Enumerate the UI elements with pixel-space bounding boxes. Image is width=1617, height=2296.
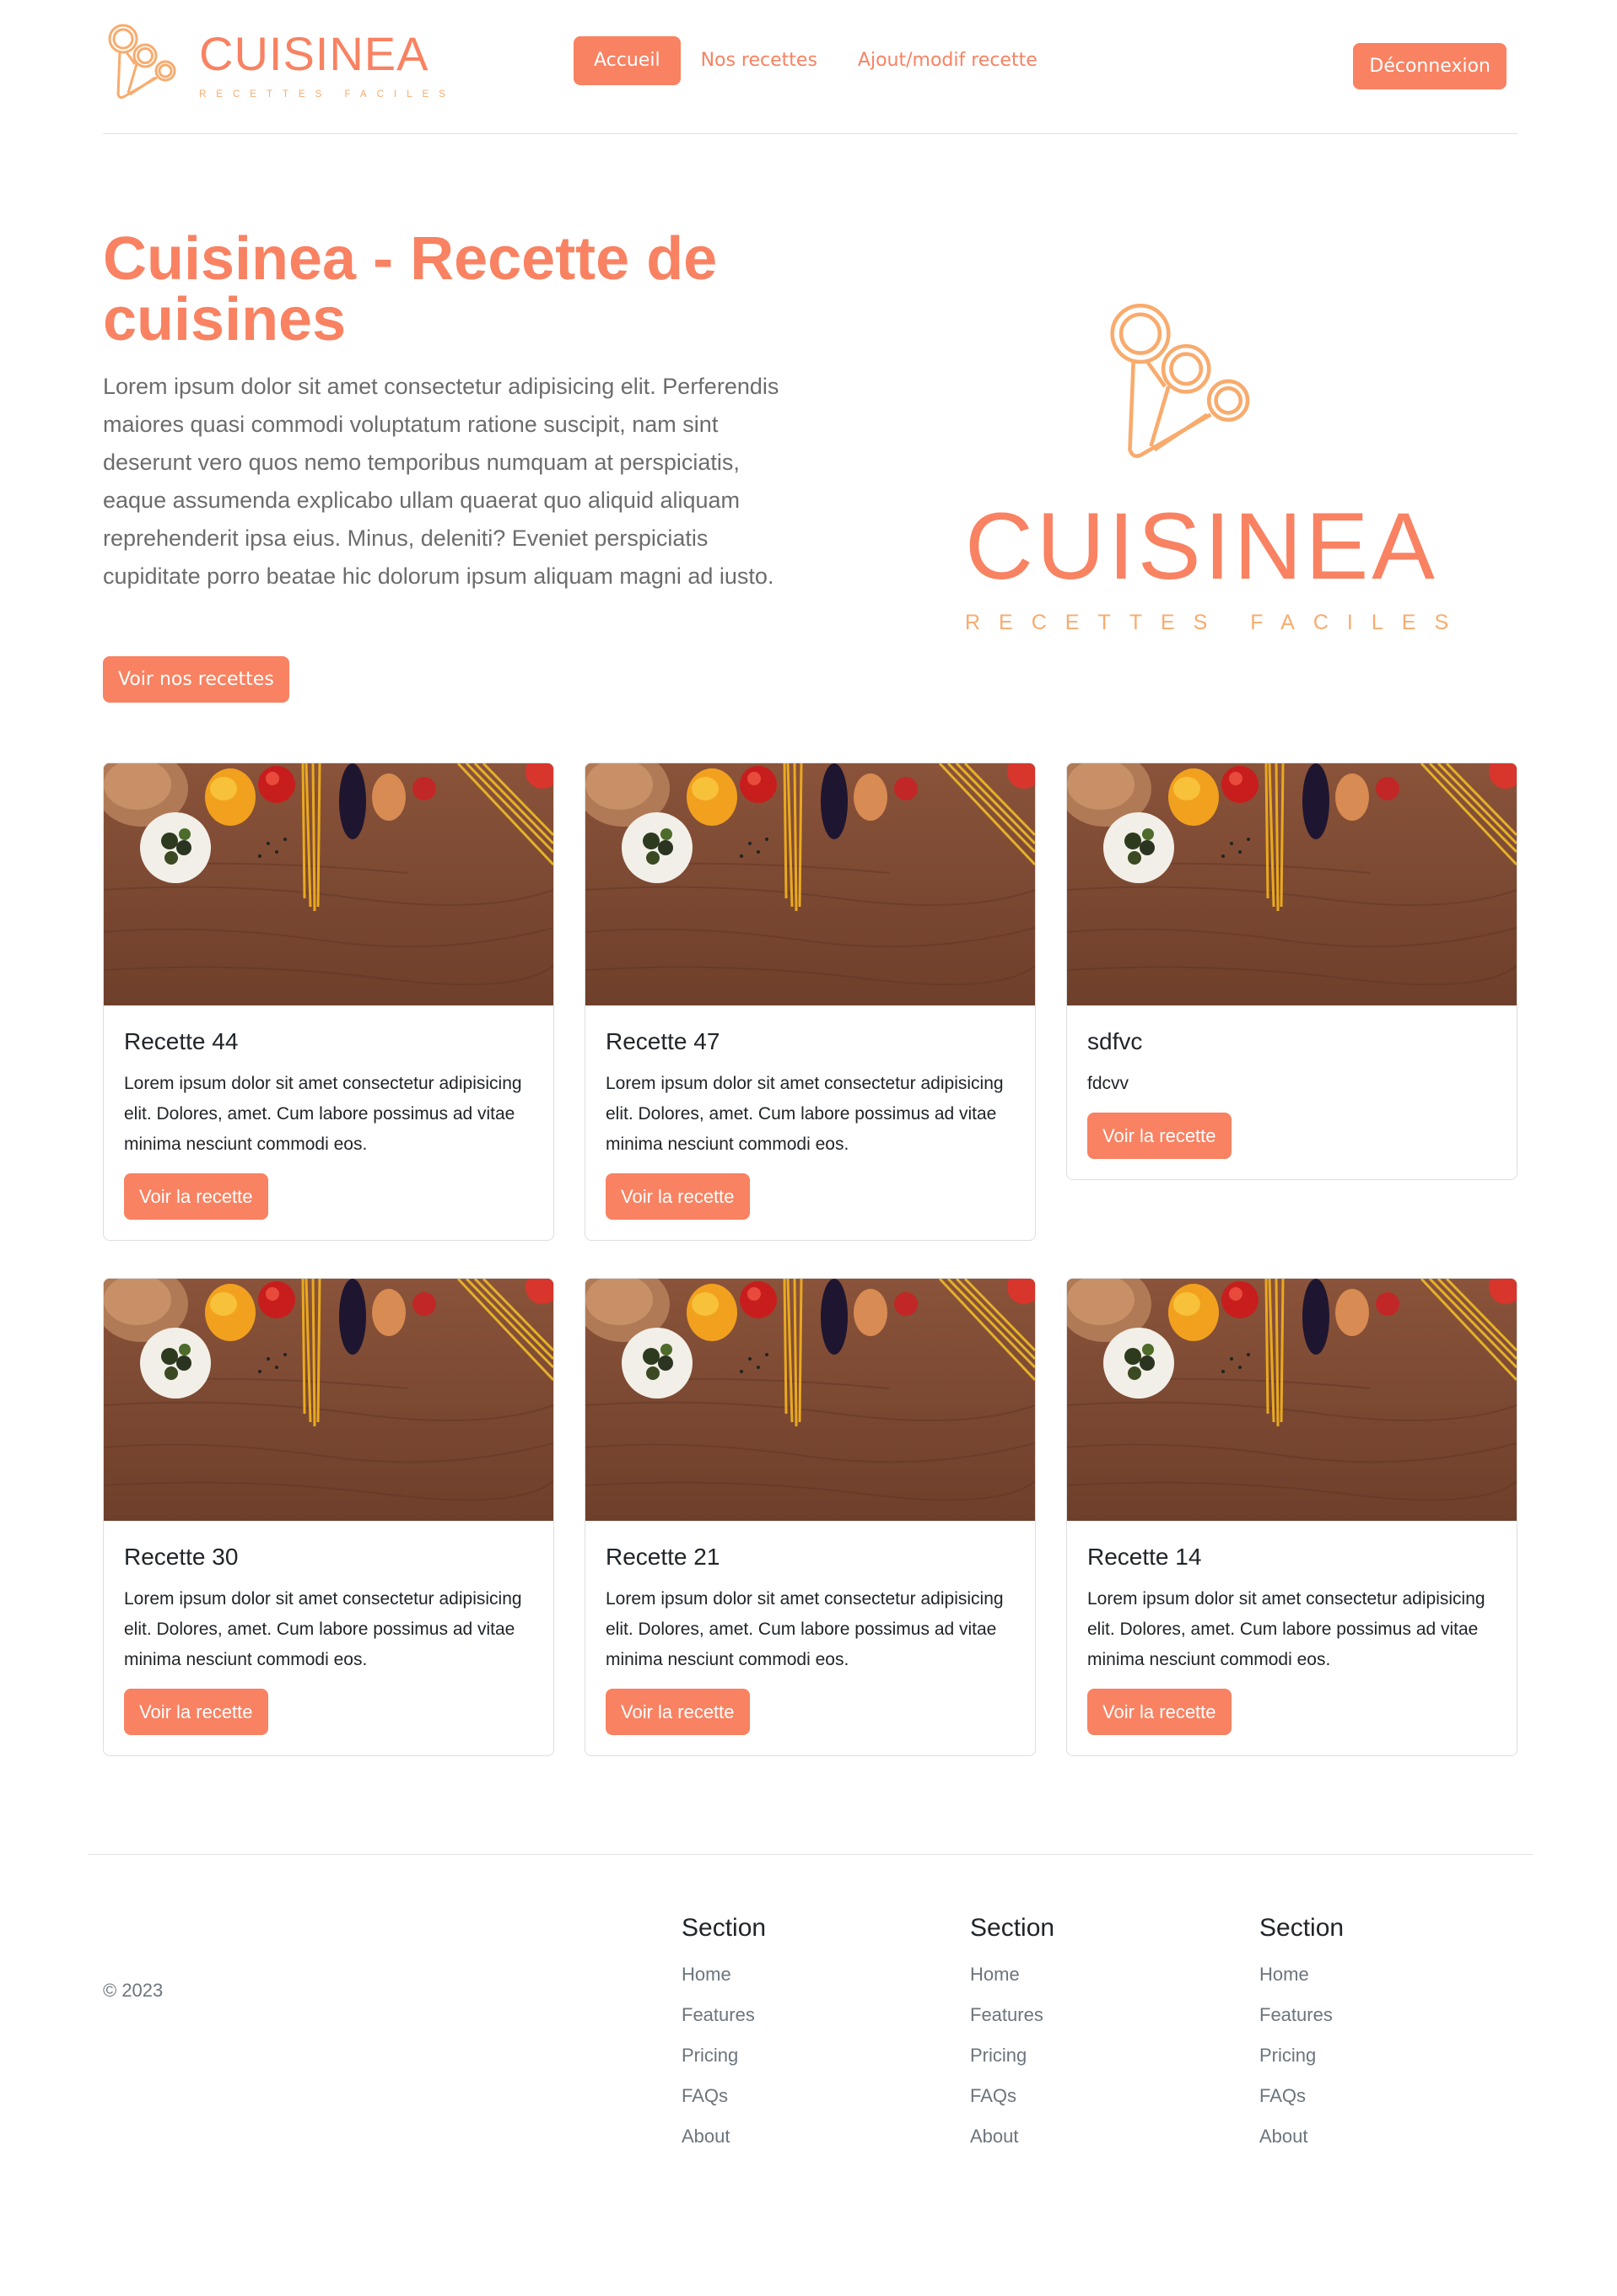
hero-logo-name: CUISINEA: [965, 493, 1438, 599]
footer-link-home[interactable]: Home: [682, 1954, 766, 1995]
footer-link-pricing[interactable]: Pricing: [682, 2035, 766, 2076]
brand-name: CUISINEA: [199, 27, 429, 80]
recipe-image: [585, 1279, 1035, 1521]
see-recipes-button[interactable]: Voir nos recettes: [103, 656, 289, 703]
recipe-description: fdcvv: [1087, 1074, 1129, 1093]
recipe-title: Recette 21: [606, 1544, 720, 1570]
recipe-card: Recette 14 Lorem ipsum dolor sit amet co…: [1066, 1278, 1517, 1756]
recipe-image: [1067, 763, 1517, 1005]
recipe-title: Recette 47: [606, 1028, 720, 1054]
footer-link-faqs[interactable]: FAQs: [682, 2076, 766, 2116]
main-nav: Accueil Nos recettes Ajout/modif recette: [574, 36, 1058, 85]
recipe-description: Lorem ipsum dolor sit amet consectetur a…: [606, 1589, 1004, 1669]
recipe-image: [104, 1279, 553, 1521]
footer-link-pricing[interactable]: Pricing: [1259, 2035, 1344, 2076]
footer-link-about[interactable]: About: [682, 2116, 766, 2157]
page: CUISINEA RECETTES FACILES Accueil Nos re…: [88, 0, 1533, 2147]
measuring-spoons-icon: [108, 24, 176, 100]
recipe-title: Recette 44: [124, 1028, 239, 1054]
view-recipe-button[interactable]: Voir la recette: [1087, 1689, 1232, 1735]
footer-heading: Section: [1259, 1914, 1345, 1942]
footer-column: Section Home Features Pricing FAQs About: [970, 1914, 1054, 2157]
hero-logo: CUISINEA RECETTES FACILES: [965, 299, 1468, 771]
brand-tagline: RECETTES FACILES: [199, 89, 455, 100]
recipe-card: sdfvc fdcvv Voir la recette: [1066, 763, 1517, 1180]
footer-column: Section Home Features Pricing FAQs About: [1259, 1914, 1344, 2157]
hero-logo-tagline: RECETTES FACILES: [965, 611, 1468, 634]
hero-section: Cuisinea - Recette de cuisines Lorem ips…: [103, 134, 1517, 706]
footer-link-faqs[interactable]: FAQs: [970, 2076, 1054, 2116]
footer-link-about[interactable]: About: [1259, 2116, 1344, 2157]
logout-button[interactable]: Déconnexion: [1353, 43, 1507, 89]
site-header: CUISINEA RECETTES FACILES Accueil Nos re…: [103, 0, 1517, 134]
nav-item-accueil[interactable]: Accueil: [574, 36, 681, 85]
recipe-card: Recette 21 Lorem ipsum dolor sit amet co…: [585, 1278, 1036, 1756]
recipe-card: Recette 44 Lorem ipsum dolor sit amet co…: [103, 763, 554, 1241]
view-recipe-button[interactable]: Voir la recette: [124, 1689, 268, 1735]
brand-logo[interactable]: CUISINEA RECETTES FACILES: [105, 22, 455, 103]
measuring-spoons-icon: [1110, 304, 1250, 458]
hero-lead: Lorem ipsum dolor sit amet consectetur a…: [103, 374, 779, 589]
recipe-description: Lorem ipsum dolor sit amet consectetur a…: [606, 1074, 1004, 1154]
footer-link-home[interactable]: Home: [970, 1954, 1054, 1995]
recipe-title: sdfvc: [1087, 1028, 1143, 1054]
nav-item-ajout-modif-recette[interactable]: Ajout/modif recette: [838, 36, 1058, 85]
recipe-image: [585, 763, 1035, 1005]
footer-link-features[interactable]: Features: [1259, 1995, 1344, 2035]
footer-heading: Section: [970, 1914, 1055, 1942]
copyright: © 2023: [103, 1980, 164, 2001]
recipe-description: Lorem ipsum dolor sit amet consectetur a…: [1087, 1589, 1485, 1669]
recipe-card: Recette 30 Lorem ipsum dolor sit amet co…: [103, 1278, 554, 1756]
recipe-image: [104, 763, 553, 1005]
hero-title: Cuisinea - Recette de cuisines: [103, 225, 718, 353]
recipe-description: Lorem ipsum dolor sit amet consectetur a…: [124, 1074, 522, 1154]
footer-link-features[interactable]: Features: [682, 1995, 766, 2035]
footer-link-faqs[interactable]: FAQs: [1259, 2076, 1344, 2116]
recipe-title: Recette 30: [124, 1544, 239, 1570]
view-recipe-button[interactable]: Voir la recette: [124, 1173, 268, 1220]
view-recipe-button[interactable]: Voir la recette: [606, 1689, 750, 1735]
recipe-image: [1067, 1279, 1517, 1521]
footer-link-pricing[interactable]: Pricing: [970, 2035, 1054, 2076]
view-recipe-button[interactable]: Voir la recette: [1087, 1113, 1232, 1159]
footer-column: Section Home Features Pricing FAQs About: [682, 1914, 766, 2157]
footer-heading: Section: [682, 1914, 767, 1942]
nav-item-nos-recettes[interactable]: Nos recettes: [681, 36, 838, 85]
recipe-card: Recette 47 Lorem ipsum dolor sit amet co…: [585, 763, 1036, 1241]
view-recipe-button[interactable]: Voir la recette: [606, 1173, 750, 1220]
footer-link-about[interactable]: About: [970, 2116, 1054, 2157]
footer-link-features[interactable]: Features: [970, 1995, 1054, 2035]
recipe-description: Lorem ipsum dolor sit amet consectetur a…: [124, 1589, 522, 1669]
site-footer: © 2023 Section Home Features Pricing FAQ…: [88, 1854, 1533, 2147]
footer-link-home[interactable]: Home: [1259, 1954, 1344, 1995]
recipe-title: Recette 14: [1087, 1544, 1202, 1570]
